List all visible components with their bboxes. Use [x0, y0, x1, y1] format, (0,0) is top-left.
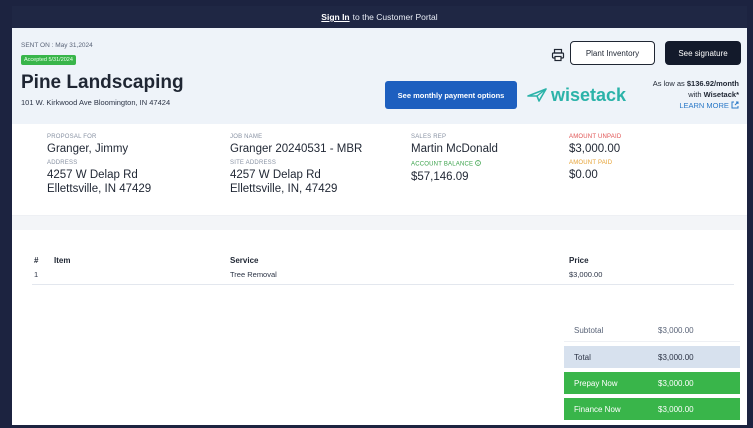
portal-banner: Sign In to the Customer Portal [12, 6, 747, 28]
address-line1: 4257 W Delap Rd [47, 169, 138, 181]
account-balance-label-text: ACCOUNT BALANCE [411, 161, 474, 168]
row-divider [32, 284, 734, 285]
sign-in-link[interactable]: Sign In [321, 12, 349, 22]
account-balance-value: $57,146.09 [411, 170, 469, 183]
proposal-page: Sign In to the Customer Portal SENT ON :… [12, 6, 747, 425]
info-icon[interactable] [475, 160, 481, 166]
job-column: JOB NAME Granger 20240531 - MBR SITE ADD… [230, 134, 362, 200]
wisetack-brand: Wisetack* [703, 90, 739, 99]
finance-now-button[interactable]: Finance Now $3,000.00 [564, 398, 740, 420]
learn-more-label: LEARN MORE [679, 101, 729, 110]
amount-unpaid-label: AMOUNT UNPAID [569, 134, 622, 140]
proposal-for-label: PROPOSAL FOR [47, 134, 97, 140]
amount-column: AMOUNT UNPAID $3,000.00 AMOUNT PAID $0.0… [569, 134, 621, 186]
subtotal-label: Subtotal [574, 326, 604, 335]
sales-rep-value: Martin McDonald [411, 143, 498, 155]
col-header-num: # [34, 256, 39, 265]
account-balance-label: ACCOUNT BALANCE [411, 160, 498, 168]
amount-paid-value: $0.00 [569, 169, 598, 181]
address-label: ADDRESS [47, 160, 78, 166]
finance-label: Finance Now [574, 404, 621, 414]
amount-unpaid-value: $3,000.00 [569, 143, 621, 155]
total-row: Total $3,000.00 [564, 346, 740, 368]
prepay-label: Prepay Now [574, 378, 618, 388]
sales-rep-label: SALES REP [411, 134, 447, 140]
total-value: $3,000.00 [658, 352, 694, 362]
subtotal-value: $3,000.00 [658, 326, 694, 335]
monthly-amount: $136.92/month [686, 79, 739, 88]
monthly-payment-button[interactable]: See monthly payment options [385, 81, 517, 109]
printer-icon[interactable] [551, 48, 565, 62]
prepay-now-button[interactable]: Prepay Now $3,000.00 [564, 372, 740, 394]
subtotal-row: Subtotal $3,000.00 [564, 320, 740, 342]
col-header-item: Item [54, 256, 71, 265]
site-address-value: 4257 W Delap Rd Ellettsville, IN, 47429 [230, 168, 362, 196]
portal-banner-text: to the Customer Portal [352, 12, 438, 22]
finance-value: $3,000.00 [658, 404, 694, 414]
as-low-prefix: As low as [652, 79, 687, 88]
company-name: Pine Landscaping [21, 72, 184, 93]
row-service: Tree Removal [230, 270, 277, 279]
wisetack-wordmark: wisetack [551, 84, 627, 105]
address-line2: Ellettsville, IN 47429 [47, 183, 152, 195]
col-header-service: Service [230, 256, 259, 265]
plant-inventory-button[interactable]: Plant Inventory [570, 41, 655, 65]
amount-paid-label: AMOUNT PAID [569, 160, 613, 166]
site-address-label: SITE ADDRESS [230, 160, 277, 166]
section-divider [12, 216, 747, 230]
proposal-info: PROPOSAL FOR Granger, Jimmy ADDRESS 4257… [12, 124, 747, 216]
accepted-badge: Accepted 5/31/2024 [21, 55, 76, 65]
row-num: 1 [34, 270, 39, 279]
proposal-header: SENT ON : May 31,2024 Accepted 5/31/2024… [12, 28, 747, 124]
job-name-label: JOB NAME [230, 134, 263, 140]
total-label: Total [574, 352, 591, 362]
learn-more-link[interactable]: LEARN MORE [653, 100, 739, 111]
sent-on-text: SENT ON : May 31,2024 [21, 42, 93, 49]
wisetack-logo: wisetack [527, 83, 626, 107]
site-line2: Ellettsville, IN, 47429 [230, 183, 338, 195]
col-header-price: Price [569, 256, 589, 265]
prepay-value: $3,000.00 [658, 378, 694, 388]
with-text: with [688, 90, 704, 99]
row-price: $3,000.00 [569, 270, 603, 279]
company-address: 101 W. Kirkwood Ave Bloomington, IN 4742… [21, 98, 171, 107]
wisetack-mark-icon [527, 88, 547, 102]
external-link-icon [731, 101, 739, 109]
address-value: 4257 W Delap Rd Ellettsville, IN 47429 [47, 168, 151, 196]
job-name-value: Granger 20240531 - MBR [230, 143, 363, 155]
rep-column: SALES REP Martin McDonald ACCOUNT BALANC… [411, 134, 498, 188]
site-line1: 4257 W Delap Rd [230, 169, 321, 181]
see-signature-button[interactable]: See signature [665, 41, 741, 65]
customer-column: PROPOSAL FOR Granger, Jimmy ADDRESS 4257… [47, 134, 151, 200]
financing-offer: As low as $136.92/month with Wisetack* L… [653, 78, 739, 111]
proposal-for-value: Granger, Jimmy [47, 143, 129, 155]
